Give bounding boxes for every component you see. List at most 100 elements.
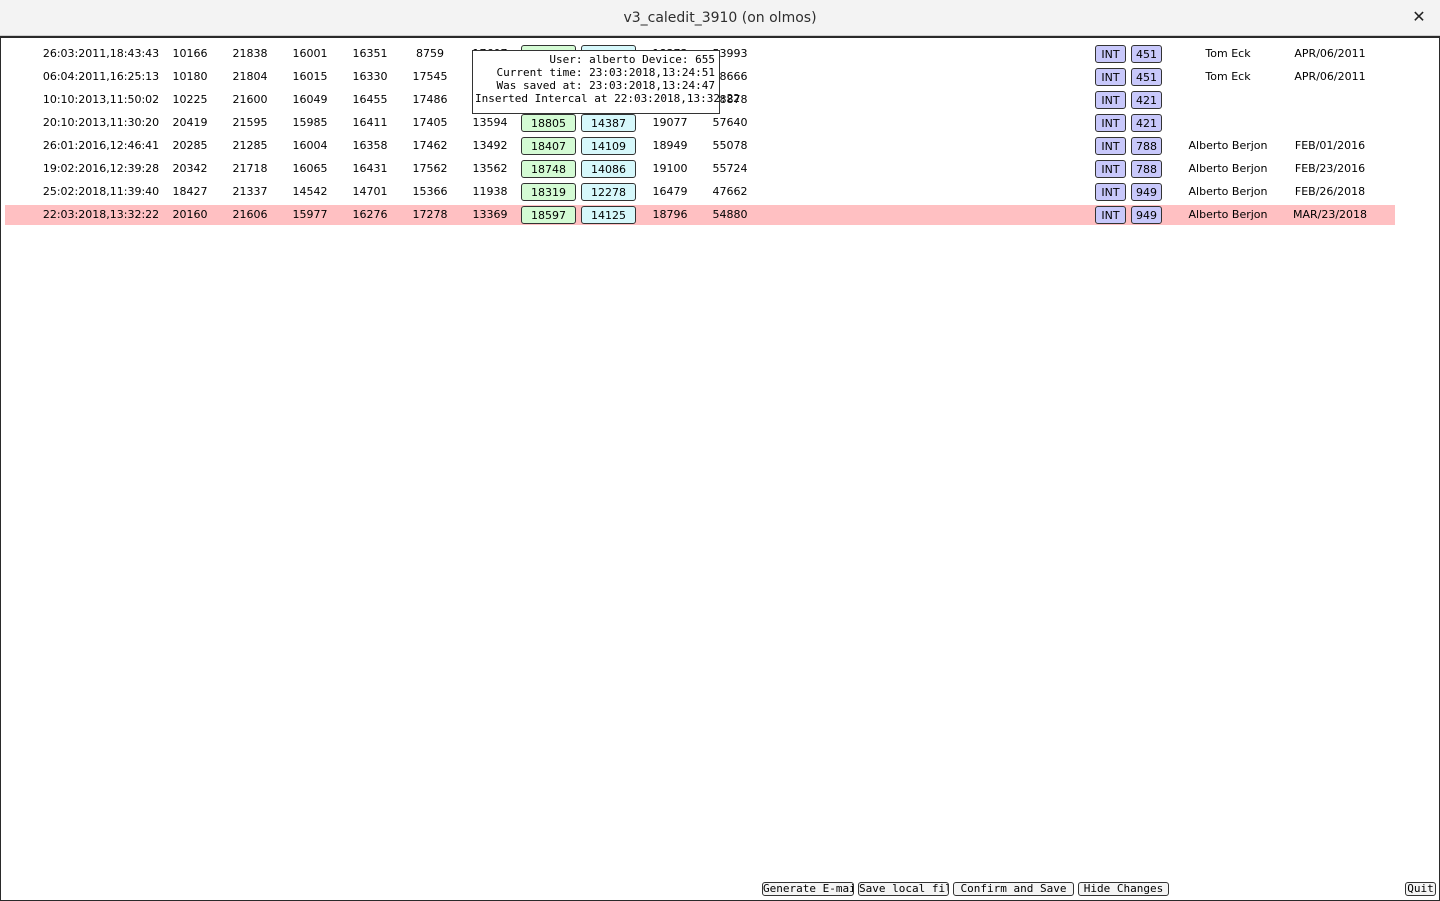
cell-value-2: 21337: [232, 185, 268, 198]
instrument-number-button[interactable]: 421: [1131, 114, 1162, 132]
green-value-field[interactable]: 18319: [521, 183, 576, 201]
cell-value-10: 57640: [712, 116, 748, 129]
green-value-field[interactable]: 18748: [521, 160, 576, 178]
instrument-number-button[interactable]: 451: [1131, 68, 1162, 86]
instrument-number-button[interactable]: 788: [1131, 137, 1162, 155]
cell-value-2: 21600: [232, 93, 268, 106]
cell-user: [1173, 113, 1283, 133]
cell-datetime: 25:02:2018,11:39:40: [42, 185, 160, 198]
cell-date: FEB/23/2016: [1294, 162, 1366, 175]
cell-value-5: 17278: [412, 208, 448, 221]
quit-button[interactable]: Quit: [1405, 882, 1436, 896]
cell-datetime: 22:03:2018,13:32:22: [42, 208, 160, 221]
cell-datetime: 06:04:2011,16:25:13: [42, 70, 160, 83]
cell-value-5: 17405: [412, 116, 448, 129]
cell-value-10: 55724: [712, 162, 748, 175]
int-type-button[interactable]: INT: [1095, 137, 1126, 155]
instrument-number-button[interactable]: 451: [1131, 45, 1162, 63]
cell-value-10: 54880: [712, 208, 748, 221]
blue-value-field[interactable]: 12278: [581, 183, 636, 201]
cell-value-10: 47662: [712, 185, 748, 198]
window-titlebar[interactable]: v3_caledit_3910 (on olmos) ✕: [0, 0, 1440, 36]
cell-value-5: 17486: [412, 93, 448, 106]
cell-value-2: 21804: [232, 70, 268, 83]
cell-user: Tom Eck: [1205, 70, 1251, 83]
close-icon[interactable]: ✕: [1410, 8, 1428, 26]
instrument-number-button[interactable]: 788: [1131, 160, 1162, 178]
cell-date: FEB/26/2018: [1294, 185, 1366, 198]
instrument-number-button[interactable]: 949: [1131, 206, 1162, 224]
cell-user: Alberto Berjon: [1188, 139, 1268, 152]
generate-email-button[interactable]: Generate E-mail: [762, 882, 854, 896]
cell-user: Alberto Berjon: [1188, 185, 1268, 198]
cell-value-2: 21595: [232, 116, 268, 129]
info-tooltip: User: alberto Device: 655 Current time: …: [472, 50, 740, 114]
cell-date: [1285, 90, 1375, 110]
cell-value-9: 19077: [652, 116, 688, 129]
blue-value-field[interactable]: 14086: [581, 160, 636, 178]
int-type-button[interactable]: INT: [1095, 91, 1126, 109]
save-local-file-button[interactable]: Save local file: [858, 882, 949, 896]
cell-date: APR/06/2011: [1294, 70, 1366, 83]
cell-date: FEB/01/2016: [1294, 139, 1366, 152]
green-value-field[interactable]: 18805: [521, 114, 576, 132]
blue-value-field[interactable]: 14387: [581, 114, 636, 132]
cell-value-9: 18796: [652, 208, 688, 221]
blue-value-field[interactable]: 14125: [581, 206, 636, 224]
table-row[interactable]: 20:10:2013,11:30:20 20419 21595 15985 16411 1…: [5, 113, 1395, 133]
cell-value-3: 16049: [292, 93, 328, 106]
hide-changes-button[interactable]: Hide Changes: [1078, 882, 1169, 896]
cell-value-3: 15985: [292, 116, 328, 129]
int-type-button[interactable]: INT: [1095, 68, 1126, 86]
green-value-field[interactable]: 18407: [521, 137, 576, 155]
cell-value-4: 16276: [352, 208, 388, 221]
cell-value-5: 17462: [412, 139, 448, 152]
cell-value-4: 14701: [352, 185, 388, 198]
table-row[interactable]: 26:01:2016,12:46:41 20285 21285 16004 16358 1…: [5, 136, 1395, 156]
cell-datetime: 26:01:2016,12:46:41: [42, 139, 160, 152]
cell-value-1: 10225: [172, 93, 208, 106]
cell-value-9: 19100: [652, 162, 688, 175]
cell-value-3: 16001: [292, 47, 328, 60]
table-row[interactable]: 22:03:2018,13:32:22 20160 21606 15977 16276 1…: [5, 205, 1395, 225]
cell-value-4: 16455: [352, 93, 388, 106]
blue-value-field[interactable]: 14109: [581, 137, 636, 155]
table-row[interactable]: 19:02:2016,12:39:28 20342 21718 16065 16431 1…: [5, 159, 1395, 179]
cell-datetime: 19:02:2016,12:39:28: [42, 162, 160, 175]
cell-value-5: 8759: [416, 47, 444, 60]
table-row[interactable]: 25:02:2018,11:39:40 18427 21337 14542 14701 1…: [5, 182, 1395, 202]
cell-value-2: 21838: [232, 47, 268, 60]
cell-value-4: 16358: [352, 139, 388, 152]
int-type-button[interactable]: INT: [1095, 160, 1126, 178]
tooltip-saved-at: Was saved at: 23:03:2018,13:24:47: [496, 79, 715, 92]
int-type-button[interactable]: INT: [1095, 114, 1126, 132]
cell-value-3: 16015: [292, 70, 328, 83]
instrument-number-button[interactable]: 949: [1131, 183, 1162, 201]
cell-date: [1285, 113, 1375, 133]
cell-value-3: 14542: [292, 185, 328, 198]
cell-value-4: 16330: [352, 70, 388, 83]
cell-value-9: 16479: [652, 185, 688, 198]
cell-datetime: 26:03:2011,18:43:43: [42, 47, 160, 60]
cell-date: APR/06/2011: [1294, 47, 1366, 60]
cell-datetime: 20:10:2013,11:30:20: [42, 116, 160, 129]
cell-value-5: 15366: [412, 185, 448, 198]
int-type-button[interactable]: INT: [1095, 206, 1126, 224]
confirm-and-save-button[interactable]: Confirm and Save: [953, 882, 1074, 896]
instrument-number-button[interactable]: 421: [1131, 91, 1162, 109]
tooltip-current-time: Current time: 23:03:2018,13:24:51: [496, 66, 715, 79]
cell-value-6: 13562: [472, 162, 508, 175]
int-type-button[interactable]: INT: [1095, 183, 1126, 201]
cell-value-4: 16431: [352, 162, 388, 175]
cell-value-6: 11938: [472, 185, 508, 198]
cell-value-10: 55078: [712, 139, 748, 152]
cell-value-6: 13492: [472, 139, 508, 152]
cell-value-6: 13594: [472, 116, 508, 129]
green-value-field[interactable]: 18597: [521, 206, 576, 224]
cell-user: Tom Eck: [1205, 47, 1251, 60]
cell-date: MAR/23/2018: [1292, 208, 1368, 221]
int-type-button[interactable]: INT: [1095, 45, 1126, 63]
cell-user: Alberto Berjon: [1188, 162, 1268, 175]
cell-value-6: 13369: [472, 208, 508, 221]
cell-datetime: 10:10:2013,11:50:02: [42, 93, 160, 106]
